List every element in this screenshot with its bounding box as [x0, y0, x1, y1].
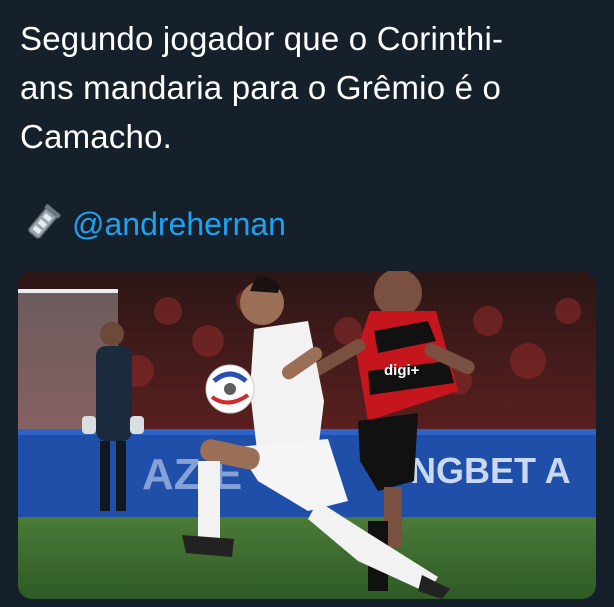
football	[205, 364, 255, 414]
mention-row: @andrehernan	[22, 200, 286, 248]
film-camera-icon	[28, 204, 61, 239]
mention-link[interactable]: @andrehernan	[72, 206, 286, 243]
tweet-text: Segundo jogador que o Corinthi- ans mand…	[20, 20, 504, 155]
tweet-photo[interactable]: AZ E NGBET A digi+	[18, 271, 596, 599]
pitch	[18, 517, 596, 599]
football-photo: AZ E NGBET A digi+	[18, 271, 596, 599]
jersey-sponsor: digi+	[384, 362, 420, 379]
ad-text-right: NGBET A	[410, 450, 571, 491]
